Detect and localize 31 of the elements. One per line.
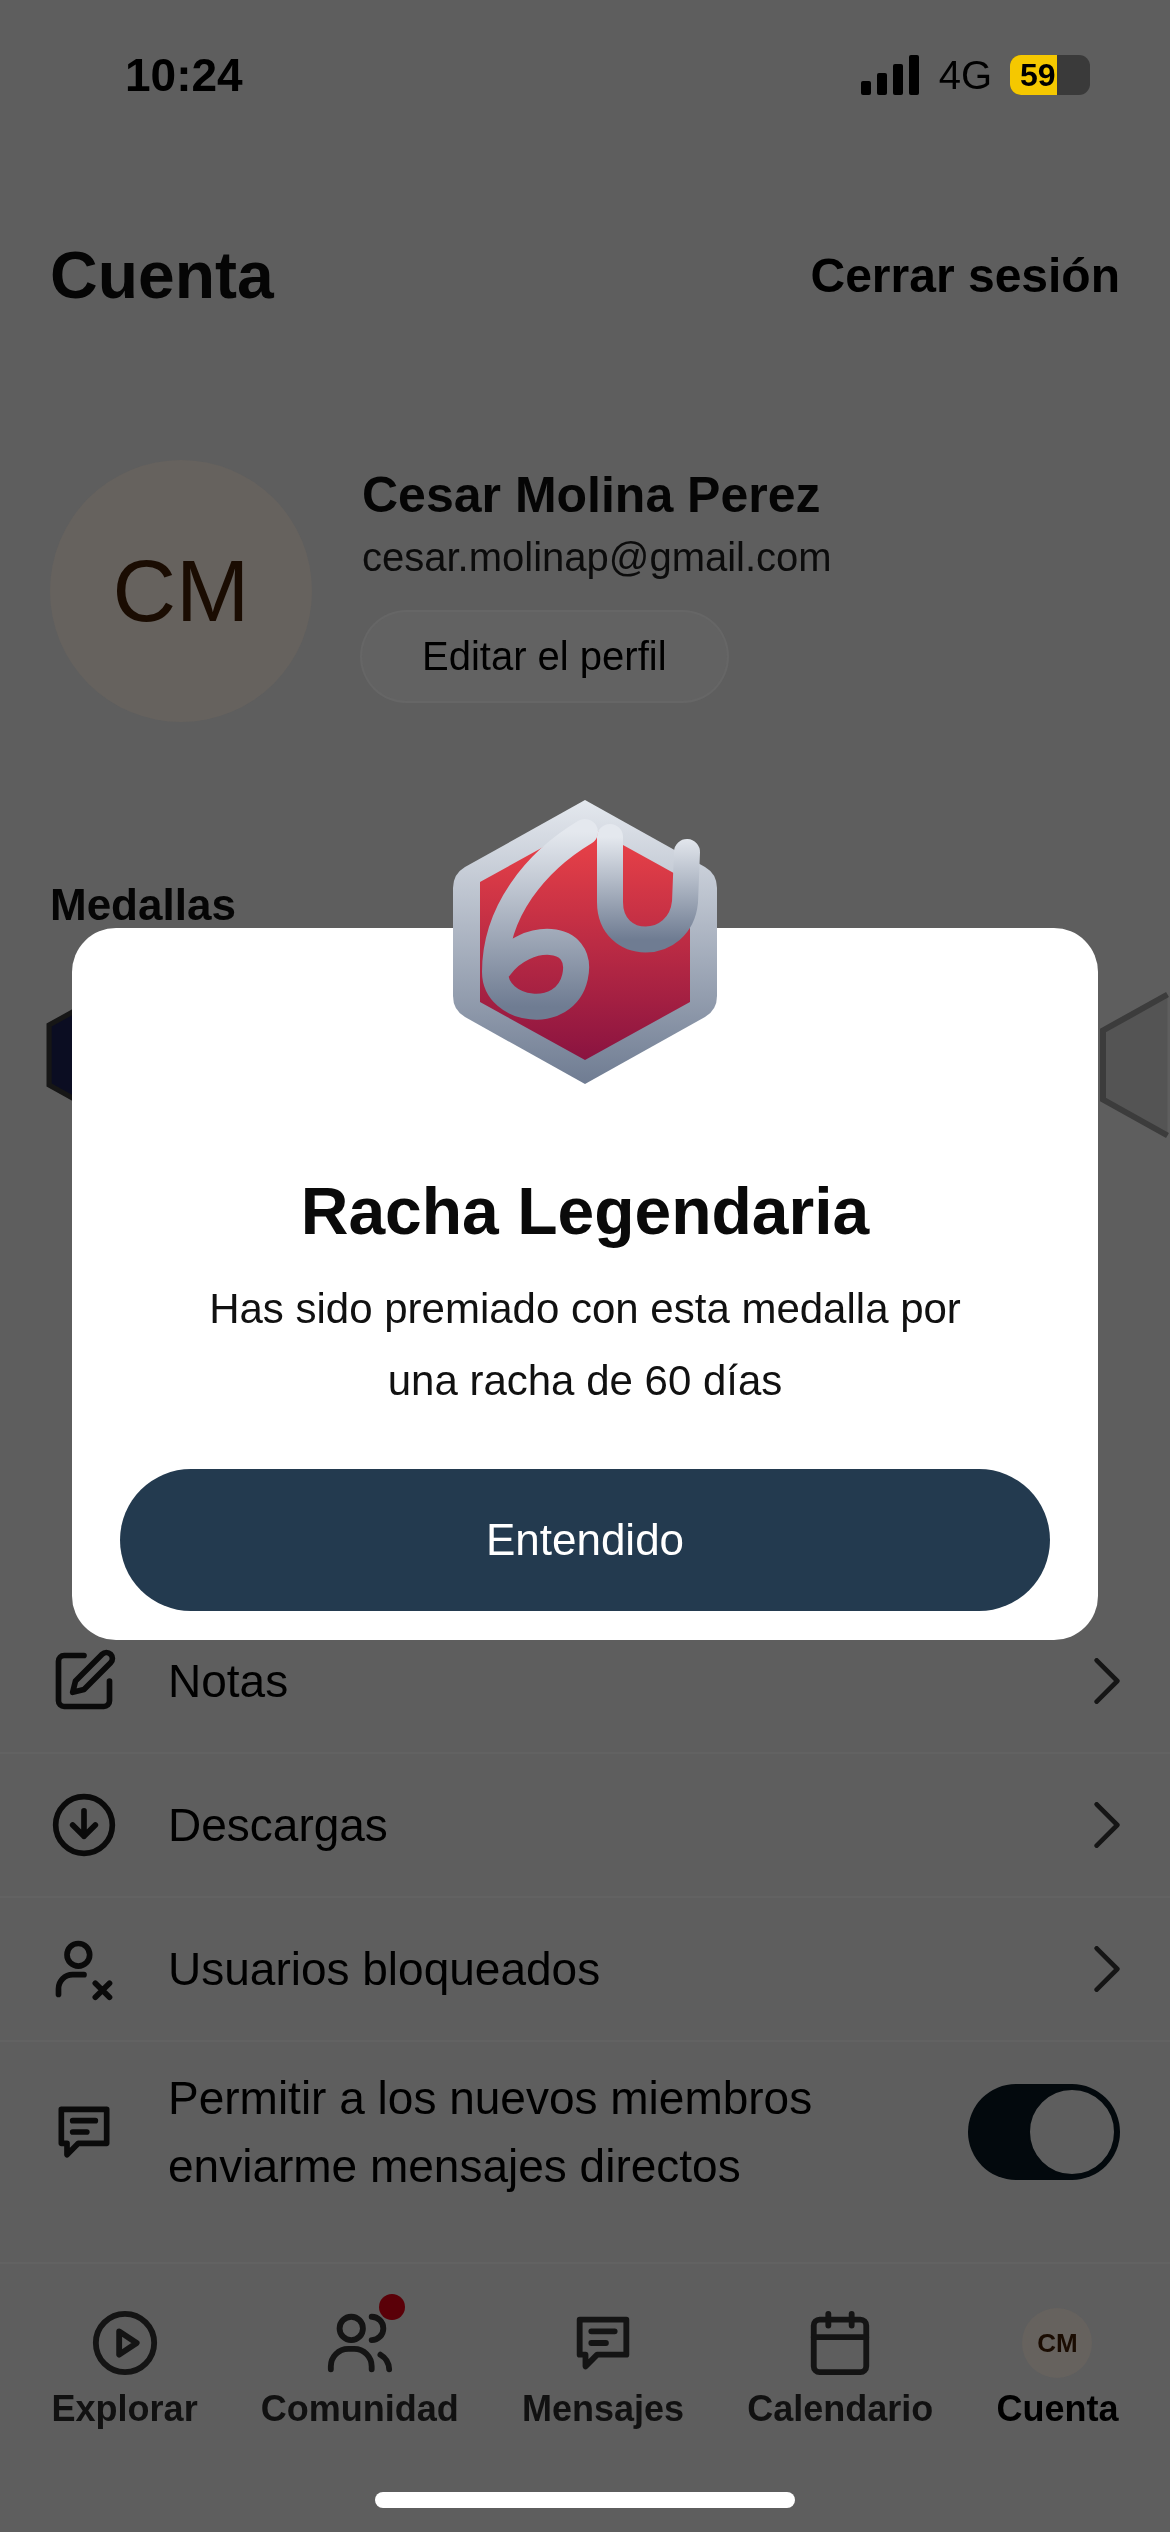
download-icon bbox=[50, 1791, 118, 1859]
menu-row[interactable]: Usuarios bloqueados bbox=[0, 1898, 1170, 2042]
tab-item[interactable]: Explorar bbox=[45, 2294, 204, 2474]
menu-row[interactable]: Descargas bbox=[0, 1754, 1170, 1898]
chevron-right-icon bbox=[1094, 1658, 1120, 1704]
chevron-right-icon bbox=[1094, 1802, 1120, 1848]
profile-email: cesar.molinap@gmail.com bbox=[362, 534, 832, 581]
tab-item[interactable]: Calendario bbox=[741, 2294, 940, 2474]
section-title: Medallas bbox=[50, 880, 237, 930]
logout-link[interactable]: Cerrar sesión bbox=[810, 247, 1120, 303]
tab-item[interactable]: Mensajes bbox=[515, 2294, 691, 2474]
menu-label: Usuarios bloqueados bbox=[168, 1942, 602, 1997]
profile-name: Cesar Molina Perez bbox=[362, 466, 821, 525]
confirm-button[interactable]: Entendido bbox=[120, 1469, 1050, 1611]
chevron-right-icon bbox=[1094, 1946, 1120, 1992]
status-time: 10:24 bbox=[125, 48, 243, 102]
profile-avatar: CM bbox=[50, 460, 312, 722]
edit-profile-button[interactable]: Editar el perfil bbox=[362, 612, 727, 701]
menu-label: Permitir a los nuevos miembros enviarme mensajes directos bbox=[168, 2071, 814, 2194]
menu-label: Notas bbox=[168, 1654, 290, 1709]
signal-icon bbox=[860, 55, 921, 95]
modal-title: Racha Legendaria bbox=[300, 1173, 870, 1249]
network-label: 4G bbox=[938, 52, 992, 98]
menu-label: Descargas bbox=[168, 1798, 389, 1853]
tab-avatar: CM bbox=[1022, 2308, 1093, 2378]
page-title: Cuenta bbox=[50, 237, 274, 313]
tab-item[interactable]: Comunidad bbox=[254, 2294, 465, 2474]
battery-level: 59 bbox=[1010, 55, 1058, 95]
menu-row[interactable]: Permitir a los nuevos miembros enviarme mensajes directos bbox=[0, 2042, 1170, 2222]
tab-item[interactable]: CM Cuenta bbox=[990, 2294, 1125, 2474]
modal-message: Has sido premiado con esta medalla por una racha de 60 días bbox=[208, 1284, 962, 1406]
